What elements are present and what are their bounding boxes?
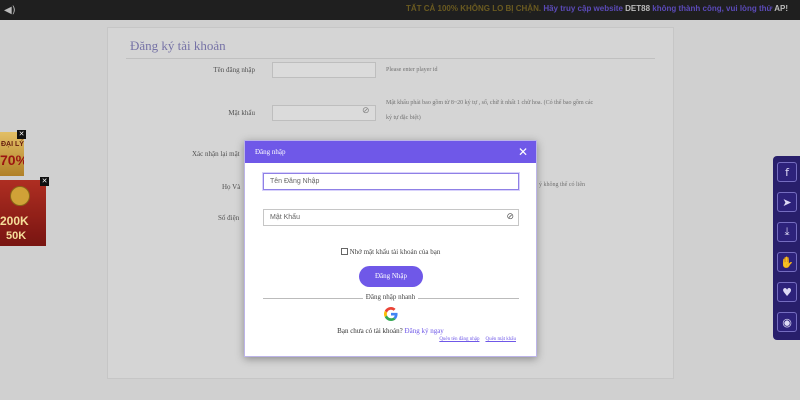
- top-bar: ◀) TẤT CẢ 100% KHÔNG LO BỊ CHẶN. Hãy tru…: [0, 0, 800, 20]
- marquee-text-end: không thành công, vui lòng thử: [652, 4, 773, 13]
- announcement-marquee: TẤT CẢ 100% KHÔNG LO BỊ CHẶN. Hãy truy c…: [406, 4, 788, 13]
- remember-checkbox[interactable]: [340, 248, 348, 255]
- forgot-links: Quên tên đăng nhập Quên mật khẩu: [433, 337, 516, 342]
- password-placeholder: Mật Khẩu: [270, 214, 300, 221]
- login-button[interactable]: Đăng Nhập: [359, 266, 423, 287]
- quick-login-label-wrap: Đăng nhập nhanh: [245, 293, 536, 301]
- modal-title: Đăng nhập: [255, 148, 286, 156]
- signup-row: Bạn chưa có tài khoản? Đăng ký ngay: [245, 327, 536, 335]
- remember-label[interactable]: Nhớ mật khẩu tài khoản của bạn: [350, 248, 441, 256]
- marquee-text-mid: Hãy truy cập website: [543, 4, 623, 13]
- forgot-username-link[interactable]: Quên tên đăng nhập: [439, 337, 479, 342]
- google-icon[interactable]: [384, 307, 398, 321]
- username-input[interactable]: Tên Đăng Nhập: [263, 173, 519, 190]
- modal-header: Đăng nhập ✕: [245, 141, 536, 163]
- remember-row: Nhớ mật khẩu tài khoản của bạn: [245, 248, 536, 256]
- marquee-text-last: AP!: [774, 4, 788, 13]
- signup-link[interactable]: Đăng ký ngay: [405, 327, 444, 335]
- marquee-text-gold: TẤT CẢ 100% KHÔNG LO BỊ CHẶN.: [405, 4, 542, 13]
- marquee-brand: DET88: [625, 4, 651, 13]
- close-icon[interactable]: ✕: [518, 146, 528, 158]
- password-input[interactable]: Mật Khẩu ⊘: [263, 209, 519, 226]
- login-modal: Đăng nhập ✕ Tên Đăng Nhập Mật Khẩu ⊘ Nhớ…: [244, 140, 537, 357]
- quick-login-label: Đăng nhập nhanh: [362, 293, 419, 301]
- username-placeholder: Tên Đăng Nhập: [270, 178, 320, 185]
- speaker-icon: ◀): [4, 4, 16, 16]
- eye-slash-icon[interactable]: ⊘: [506, 210, 514, 225]
- forgot-password-link[interactable]: Quên mật khẩu: [485, 337, 516, 342]
- no-account-text: Bạn chưa có tài khoản?: [337, 327, 403, 335]
